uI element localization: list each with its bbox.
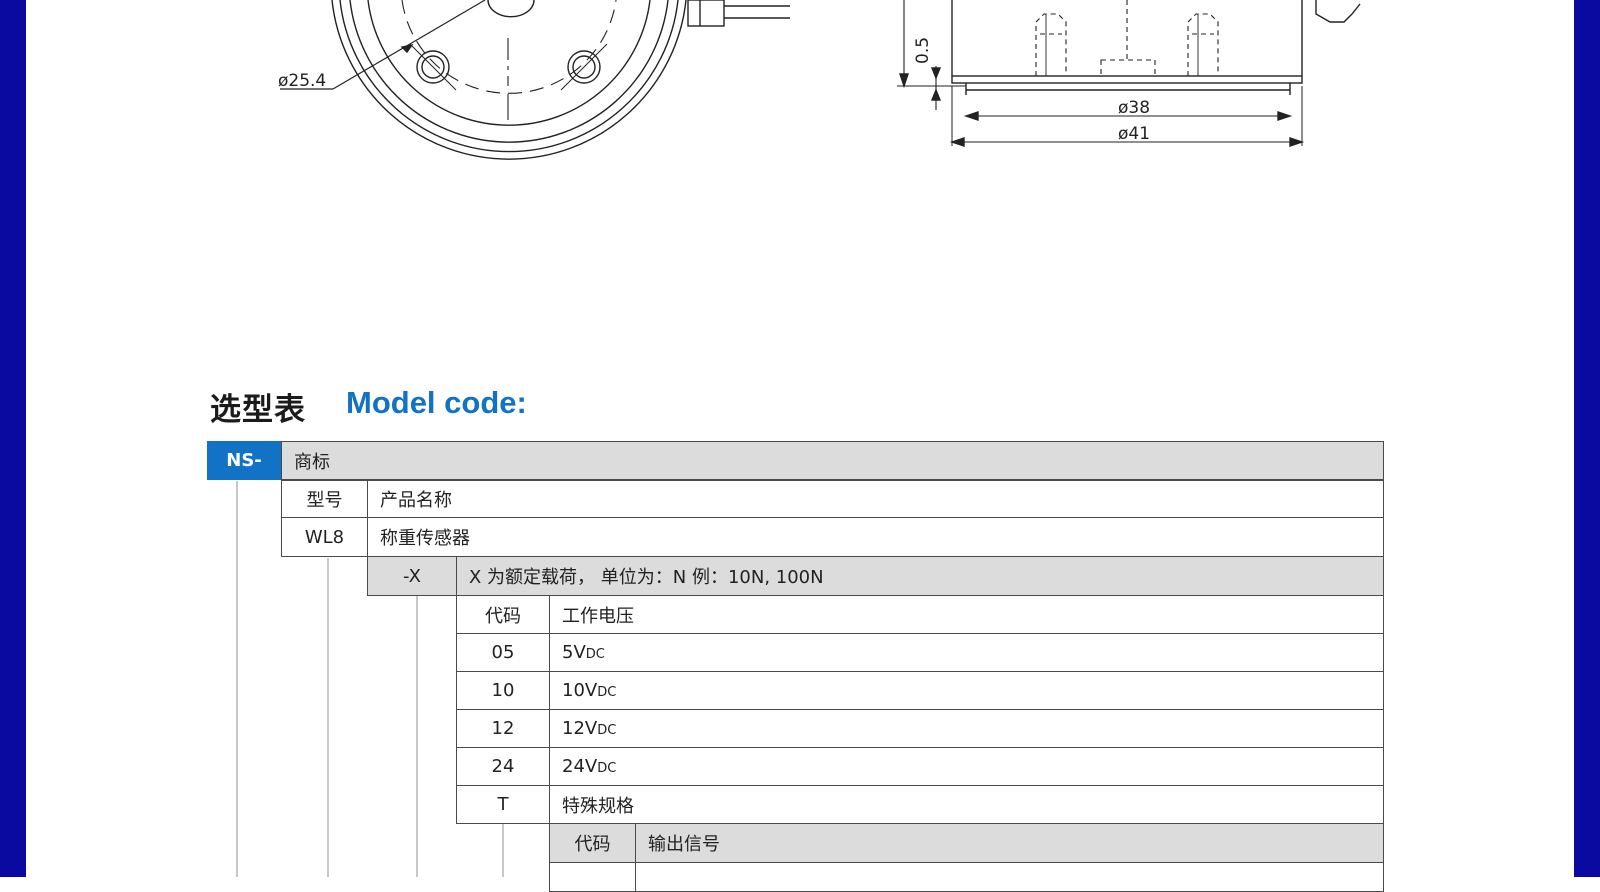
model-code-cell: WL8 — [281, 517, 368, 557]
technical-drawing: ø25.4 0.5 ø38 ø41 — [278, 0, 1361, 160]
output-header-label: 输出信号 — [635, 823, 1384, 863]
voltage-code-cell: 10 — [456, 671, 550, 710]
voltage-subscript: DC — [597, 723, 617, 738]
connector-line — [416, 596, 418, 877]
section-title-cn: 选型表 — [210, 392, 306, 428]
voltage-header-code: 代码 — [456, 595, 550, 634]
dim-inner-diameter: ø38 — [1118, 98, 1150, 118]
brand-label-cell: 商标 — [281, 441, 1384, 480]
model-header-label: 产品名称 — [367, 480, 1384, 518]
voltage-code-cell: 24 — [456, 747, 550, 786]
voltage-value-cell: 特殊规格 — [549, 785, 1384, 824]
voltage-value: 特殊规格 — [562, 795, 634, 817]
right-blue-border — [1574, 0, 1600, 877]
voltage-code-cell: 05 — [456, 633, 550, 672]
voltage-value-cell: 5V DC — [549, 633, 1384, 672]
voltage-value: 12V — [562, 718, 598, 739]
voltage-value-cell: 10V DC — [549, 671, 1384, 710]
voltage-value-cell: 12V DC — [549, 709, 1384, 748]
left-blue-border — [0, 0, 26, 877]
dim-outer-diameter: ø41 — [1118, 124, 1150, 144]
load-code-cell: -X — [367, 556, 457, 596]
model-header-code: 型号 — [281, 480, 368, 518]
section-title-en: Model code: — [346, 385, 527, 420]
model-label-cell: 称重传感器 — [367, 517, 1384, 557]
dim-left-diameter: ø25.4 — [278, 71, 326, 91]
voltage-code-cell: T — [456, 785, 550, 824]
brand-code-cell: NS- — [207, 441, 281, 480]
voltage-value: 10V — [562, 680, 598, 701]
voltage-value: 24V — [562, 756, 598, 777]
voltage-header-label: 工作电压 — [549, 595, 1384, 634]
dim-thickness: 0.5 — [913, 37, 933, 64]
voltage-subscript: DC — [597, 685, 617, 700]
output-row-partial-label — [635, 862, 1384, 892]
voltage-value: 5V — [562, 642, 586, 663]
connector-line — [502, 823, 504, 877]
load-label-cell: X 为额定载荷， 单位为：N 例：10N, 100N — [456, 556, 1384, 596]
connector-line — [327, 558, 329, 877]
voltage-subscript: DC — [585, 647, 605, 662]
voltage-code-cell: 12 — [456, 709, 550, 748]
output-row-partial-code — [549, 862, 636, 892]
output-header-code: 代码 — [549, 823, 636, 863]
connector-line — [236, 481, 238, 877]
voltage-subscript: DC — [597, 761, 617, 776]
voltage-value-cell: 24V DC — [549, 747, 1384, 786]
